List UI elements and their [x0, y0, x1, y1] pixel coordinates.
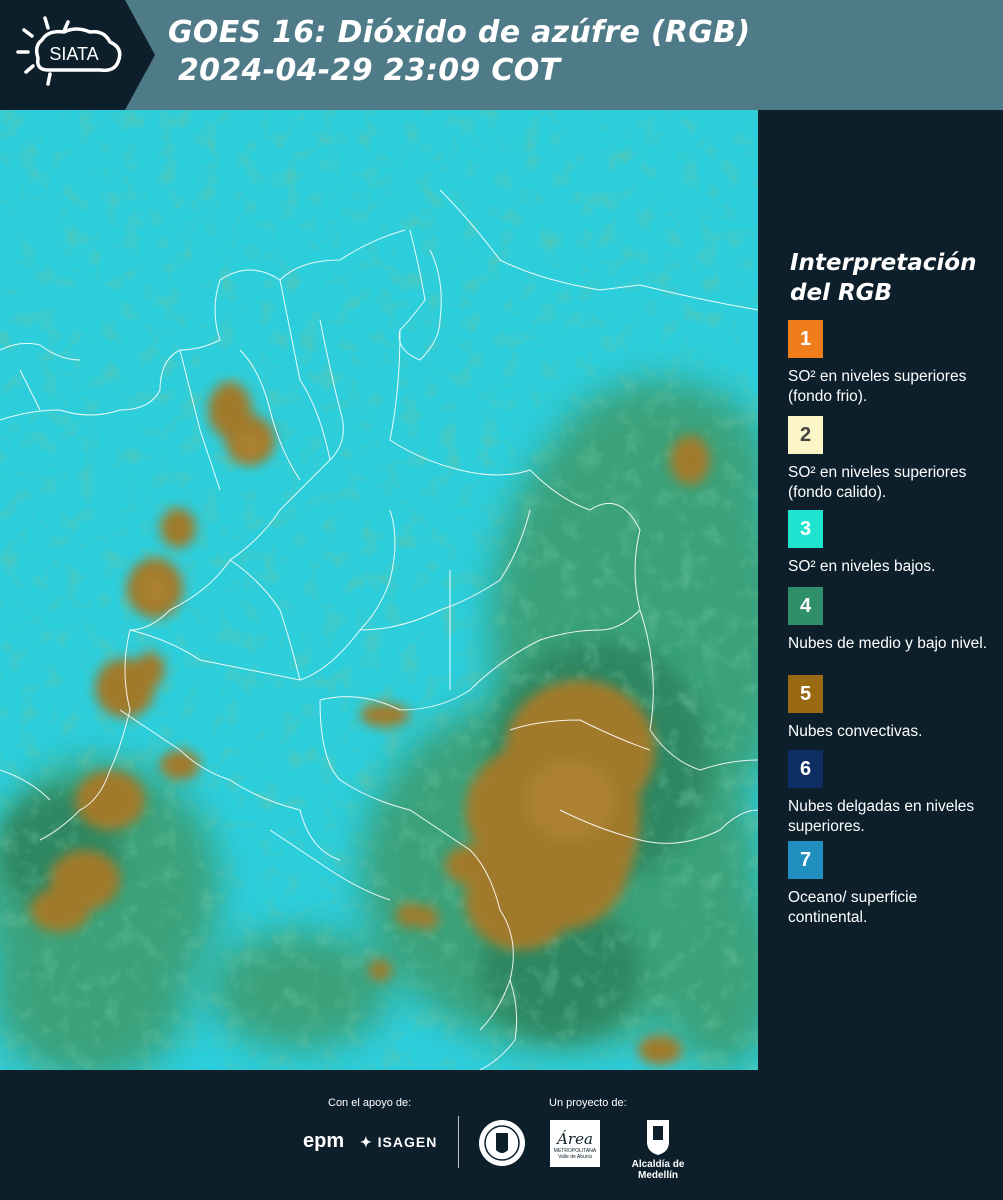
area-metropolitana-logo: Área METROPOLITANA Valle de Aburrá [550, 1120, 600, 1167]
isagen-icon: ✦ [360, 1134, 373, 1150]
legend-item-3: 3 SO² en niveles bajos. [788, 510, 998, 577]
isagen-logo: ✦ ISAGEN [360, 1134, 437, 1151]
alcaldia-logo: Alcaldía de Medellín [613, 1118, 703, 1181]
legend-swatch: 4 [788, 587, 823, 625]
title-timestamp: 2024-04-29 23:09 COT [178, 53, 561, 88]
epm-logo-text: epm [303, 1130, 345, 1152]
legend-swatch: 5 [788, 675, 823, 713]
legend-swatch: 6 [788, 750, 823, 788]
isagen-logo-text: ISAGEN [377, 1134, 438, 1150]
area-logo-text: Área [557, 1130, 593, 1148]
footer: Con el apoyo de: Un proyecto de: epm ✦ I… [0, 1070, 1003, 1200]
legend-item-7: 7 Oceano/ superficie continental. [788, 841, 998, 928]
legend-title: Interpretación del RGB [790, 248, 976, 308]
legend-swatch: 3 [788, 510, 823, 548]
siata-logo: SIATA [0, 0, 155, 110]
legend-title-line1: Interpretación [790, 250, 977, 276]
logo-text: SIATA [49, 44, 98, 64]
legend-label: Nubes de medio y bajo nivel. [788, 635, 988, 652]
page-title: GOES 16: Dióxido de azúfre (RGB) 2024-04… [168, 14, 750, 90]
legend-label: SO² en niveles superiores (fondo frio). [788, 368, 967, 405]
support-label: Con el apoyo de: [328, 1097, 412, 1109]
legend-title-line2: del RGB [790, 280, 893, 306]
alcaldia-logo-text: Alcaldía de Medellín [631, 1159, 685, 1181]
title-line1: GOES 16: Dióxido de azúfre (RGB) [168, 15, 751, 50]
legend-swatch: 2 [788, 416, 823, 454]
area-logo-sub2: Valle de Aburrá [558, 1154, 592, 1160]
legend-label: Oceano/ superficie continental. [788, 889, 918, 926]
legend-item-6: 6 Nubes delgadas en niveles superiores. [788, 750, 998, 837]
legend-label: SO² en niveles bajos. [788, 558, 936, 575]
legend-item-5: 5 Nubes convectivas. [788, 675, 998, 742]
legend-item-1: 1 SO² en niveles superiores (fondo frio)… [788, 320, 998, 407]
legend-label: Nubes delgadas en niveles superiores. [788, 798, 975, 835]
legend-label: Nubes convectivas. [788, 723, 923, 740]
medellin-seal-logo [477, 1118, 527, 1173]
project-label: Un proyecto de: [549, 1097, 627, 1109]
legend-label: SO² en niveles superiores (fondo calido)… [788, 464, 967, 501]
satellite-map [0, 110, 758, 1070]
header-bar: SIATA GOES 16: Dióxido de azúfre (RGB) 2… [0, 0, 1003, 110]
epm-logo: epm [303, 1130, 344, 1153]
alcaldia-shield-icon [647, 1120, 669, 1155]
legend-item-4: 4 Nubes de medio y bajo nivel. [788, 587, 998, 654]
footer-divider [458, 1116, 459, 1168]
legend-swatch: 7 [788, 841, 823, 879]
legend-item-2: 2 SO² en niveles superiores (fondo calid… [788, 416, 998, 503]
legend-panel: Interpretación del RGB 1 SO² en niveles … [758, 110, 1003, 1070]
legend-swatch: 1 [788, 320, 823, 358]
